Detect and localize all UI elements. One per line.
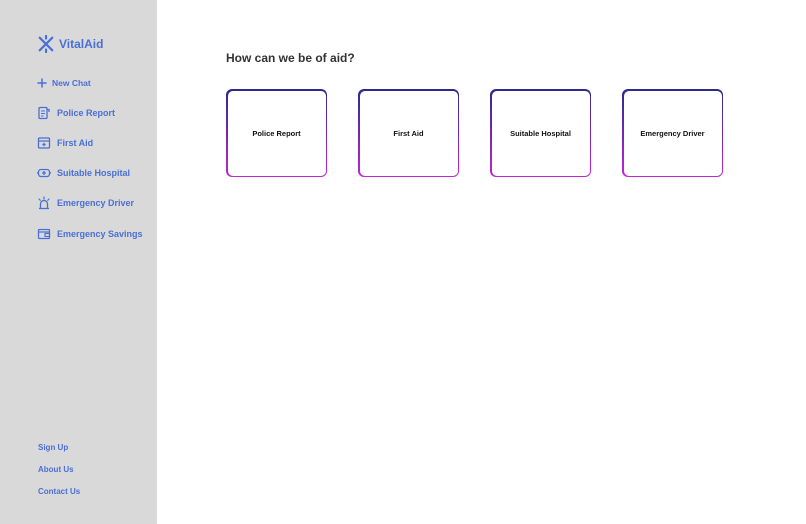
card-label: Emergency Driver <box>640 128 705 138</box>
wallet-icon <box>37 228 51 240</box>
first-aid-kit-icon <box>37 137 51 149</box>
siren-icon <box>38 196 50 210</box>
sidebar-item-label: Suitable Hospital <box>57 168 131 178</box>
card-suitable-hospital[interactable]: Suitable Hospital <box>490 89 591 177</box>
vitalaid-logo-icon <box>38 35 54 53</box>
brand-logo[interactable]: VitalAid <box>37 35 103 53</box>
sidebar-item-first-aid[interactable]: First Aid <box>37 136 93 150</box>
sidebar: VitalAid New Chat Police Report First Ai… <box>0 0 157 524</box>
card-police-report[interactable]: Police Report <box>226 89 327 177</box>
about-us-link[interactable]: About Us <box>38 465 74 474</box>
card-body: Emergency Driver <box>623 90 722 176</box>
card-body: First Aid <box>359 90 458 176</box>
sidebar-item-label: Police Report <box>57 108 116 118</box>
brand-name: VitalAid <box>59 37 104 51</box>
new-chat-button[interactable]: New Chat <box>37 78 91 88</box>
sidebar-item-label: Emergency Savings <box>57 229 143 239</box>
sidebar-item-emergency-driver[interactable]: Emergency Driver <box>37 196 134 210</box>
sign-up-link[interactable]: Sign Up <box>38 443 68 452</box>
card-body: Suitable Hospital <box>491 90 590 176</box>
card-body: Police Report <box>227 90 326 176</box>
sidebar-item-police-report[interactable]: Police Report <box>37 106 115 120</box>
sidebar-item-emergency-savings[interactable]: Emergency Savings <box>37 227 143 241</box>
sidebar-item-suitable-hospital[interactable]: Suitable Hospital <box>37 166 130 180</box>
contact-us-link[interactable]: Contact Us <box>38 487 80 496</box>
card-first-aid[interactable]: First Aid <box>358 89 459 177</box>
clipboard-icon <box>38 106 50 120</box>
hospital-icon <box>37 168 51 178</box>
page-title: How can we be of aid? <box>226 51 355 65</box>
card-label: Suitable Hospital <box>510 128 571 138</box>
new-chat-label: New Chat <box>52 78 91 88</box>
sidebar-item-label: Emergency Driver <box>57 198 135 208</box>
card-emergency-driver[interactable]: Emergency Driver <box>622 89 723 177</box>
card-label: First Aid <box>393 128 424 138</box>
sidebar-item-label: First Aid <box>57 138 94 148</box>
plus-icon <box>37 78 47 88</box>
card-label: Police Report <box>252 128 301 138</box>
